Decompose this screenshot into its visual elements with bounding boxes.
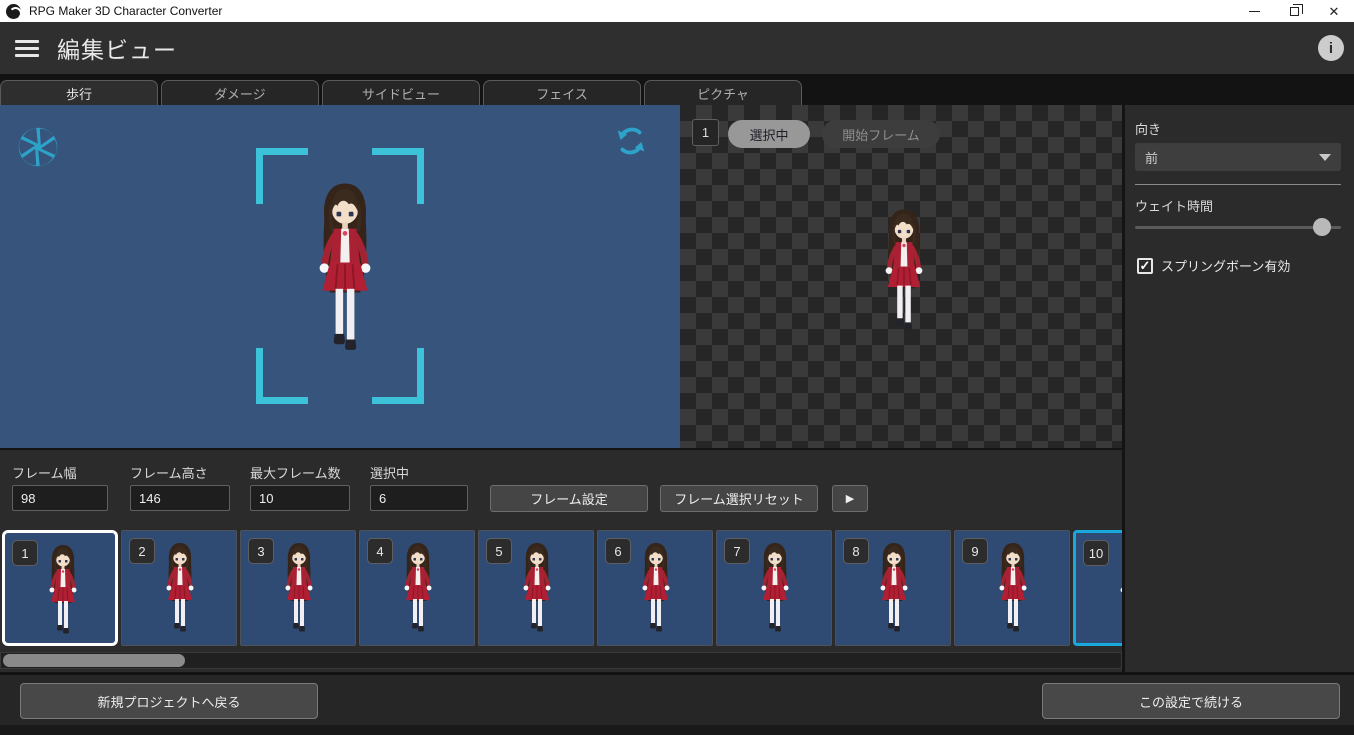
play-button[interactable]: ▶ [832, 485, 868, 512]
continue-with-settings-button[interactable]: この設定で続ける [1042, 683, 1340, 719]
frame-character-sprite [869, 539, 919, 639]
frame-number-badge: 2 [129, 538, 155, 564]
start-frame-toggle[interactable]: 開始フレーム [822, 120, 940, 148]
footer-bar: 新規プロジェクトへ戻る この設定で続ける [0, 672, 1354, 735]
frame-character-sprite [274, 539, 324, 639]
frame-character-sprite [1109, 541, 1122, 641]
frame-number-badge: 9 [962, 538, 988, 564]
frame-thumb[interactable]: 4 [359, 530, 475, 646]
frame-width-input[interactable] [12, 485, 108, 511]
frame-number-badge: 7 [724, 538, 750, 564]
rotate-model-icon[interactable] [612, 122, 650, 165]
max-frames-label: 最大フレーム数 [250, 466, 341, 481]
frame-number-badge: 4 [367, 538, 393, 564]
info-icon[interactable]: i [1318, 35, 1344, 61]
hamburger-menu-icon[interactable] [15, 39, 39, 57]
tab-walk[interactable]: 歩行 [0, 80, 158, 105]
frame-height-label: フレーム高さ [130, 466, 208, 481]
frame-thumb[interactable]: 7 [716, 530, 832, 646]
app-window: RPG Maker 3D Character Converter ✕ 編集ビュー… [0, 0, 1354, 735]
springbone-checkbox-row[interactable]: ✓ スプリングボーン有効 [1137, 256, 1290, 275]
frame-strip: 1 2 3 4 5 6 7 8 9 10 [0, 530, 1122, 650]
maximize-icon [1289, 3, 1303, 16]
minimize-icon [1248, 10, 1260, 12]
settings-sidebar: 向き 前 ウェイト時間 ✓ スプリングボーン有効 [1122, 105, 1354, 673]
frame-character-sprite [512, 539, 562, 639]
back-to-new-project-button[interactable]: 新規プロジェクトへ戻る [20, 683, 318, 719]
frame-thumb[interactable]: 8 [835, 530, 951, 646]
character-model [298, 176, 392, 364]
frame-character-sprite [750, 539, 800, 639]
chevron-down-icon [1319, 154, 1331, 161]
max-frames-input[interactable] [250, 485, 350, 511]
frame-thumb[interactable]: 10 [1073, 530, 1122, 646]
frame-number-badge: 6 [605, 538, 631, 564]
header: 編集ビュー i [0, 22, 1354, 74]
frame-height-input[interactable] [130, 485, 230, 511]
selected-frame-input[interactable] [370, 485, 468, 511]
scrollbar-thumb[interactable] [3, 654, 185, 667]
character-sprite [870, 202, 938, 342]
springbone-label: スプリングボーン有効 [1161, 259, 1291, 274]
frame-thumb[interactable]: 2 [121, 530, 237, 646]
frame-thumb[interactable]: 3 [240, 530, 356, 646]
frame-character-sprite [631, 539, 681, 639]
window-title: RPG Maker 3D Character Converter [29, 4, 223, 18]
wait-time-slider-handle[interactable] [1313, 218, 1331, 236]
close-icon: ✕ [1328, 3, 1340, 19]
tab-face[interactable]: フェイス [483, 80, 641, 105]
frame-number-badge: 5 [486, 538, 512, 564]
window-controls: ✕ [1234, 0, 1354, 22]
frame-character-sprite [988, 539, 1038, 639]
frame-settings-button[interactable]: フレーム設定 [490, 485, 648, 512]
sidebar-divider [1135, 184, 1341, 185]
footer-bottom-strip [0, 725, 1354, 735]
selected-frame-toggle[interactable]: 選択中 [728, 120, 810, 148]
wait-time-slider[interactable] [1135, 226, 1341, 229]
frame-number-badge: 3 [248, 538, 274, 564]
frame-character-sprite [155, 539, 205, 639]
tab-bar: 歩行 ダメージ サイドビュー フェイス ピクチャ [0, 74, 1354, 105]
frame-number-badge: 10 [1083, 540, 1109, 566]
frame-number-badge: 8 [843, 538, 869, 564]
sprite-preview-area: 1 選択中 開始フレーム [680, 105, 1122, 448]
tab-damage[interactable]: ダメージ [161, 80, 319, 105]
maximize-button[interactable] [1274, 0, 1314, 22]
frame-character-sprite [38, 541, 88, 641]
frame-strip-scrollbar[interactable] [0, 652, 1122, 669]
preview-frame-badge: 1 [692, 119, 719, 146]
selected-frame-label: 選択中 [370, 466, 410, 481]
model-preview-viewport[interactable] [0, 105, 680, 448]
camera-capture-icon[interactable] [16, 125, 60, 174]
frame-selection-reset-button[interactable]: フレーム選択リセット [660, 485, 818, 512]
frame-character-sprite [393, 539, 443, 639]
frame-thumb[interactable]: 1 [2, 530, 118, 646]
direction-dropdown[interactable]: 前 [1135, 143, 1341, 171]
direction-value: 前 [1145, 150, 1159, 166]
tab-sideview[interactable]: サイドビュー [322, 80, 480, 105]
wait-time-label: ウェイト時間 [1135, 199, 1214, 214]
minimize-button[interactable] [1234, 0, 1274, 22]
direction-label: 向き [1135, 122, 1162, 137]
frame-width-label: フレーム幅 [12, 466, 77, 481]
frame-thumb[interactable]: 5 [478, 530, 594, 646]
close-button[interactable]: ✕ [1314, 0, 1354, 22]
frame-thumb[interactable]: 6 [597, 530, 713, 646]
title-bar: RPG Maker 3D Character Converter ✕ [0, 0, 1354, 22]
page-title: 編集ビュー [57, 37, 177, 63]
app-icon [6, 3, 22, 20]
springbone-checkbox[interactable]: ✓ [1137, 257, 1153, 274]
frame-number-badge: 1 [12, 540, 38, 566]
frame-thumb[interactable]: 9 [954, 530, 1070, 646]
frame-settings-panel: フレーム幅 フレーム高さ 最大フレーム数 選択中 フレーム設定 フレーム選択リセ… [0, 448, 1122, 672]
tab-picture[interactable]: ピクチャ [644, 80, 802, 105]
